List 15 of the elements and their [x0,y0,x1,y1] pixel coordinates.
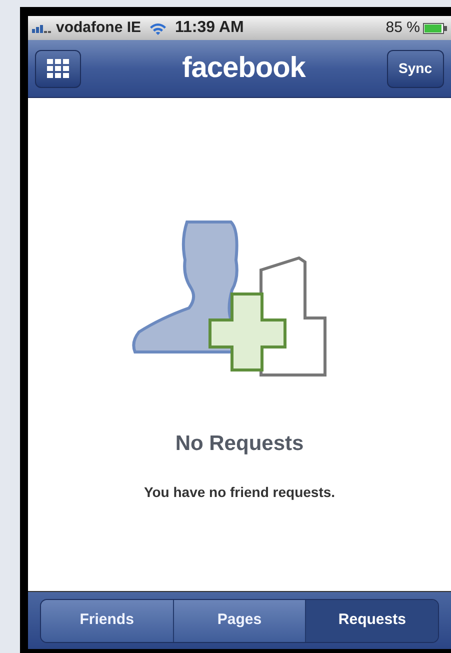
empty-state-title: No Requests [175,431,304,457]
sync-button[interactable]: Sync [386,50,444,88]
signal-icon [32,23,54,33]
wifi-icon [149,22,168,34]
carrier-name: vodafone IE [56,18,142,38]
battery-icon [423,22,447,34]
grid-menu-button[interactable] [35,50,81,88]
app-logo: facebook [181,50,306,86]
segment-tab[interactable]: Pages [172,600,306,642]
empty-state-message: You have no friend requests. [144,482,336,502]
battery-percent: 85 % [386,18,420,38]
segment-tab[interactable]: Friends [41,600,173,642]
grid-icon [47,58,69,78]
segment-tab[interactable]: Requests [305,600,438,642]
clock-time: 11:39 AM [175,18,244,38]
